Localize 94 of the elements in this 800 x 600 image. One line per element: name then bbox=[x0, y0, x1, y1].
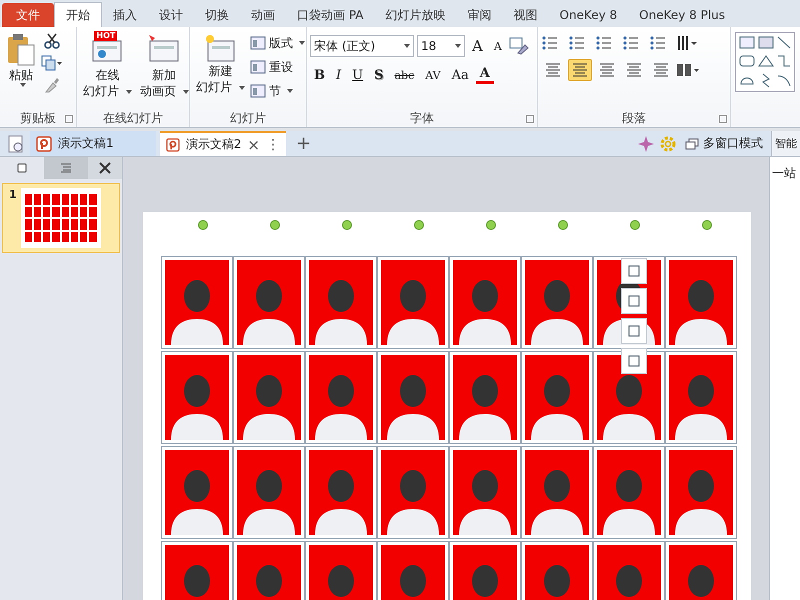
rotate-handle-icon[interactable] bbox=[342, 220, 352, 230]
format-button[interactable]: AV bbox=[421, 65, 445, 85]
ribbon-tab[interactable]: OneKey 8 Plus bbox=[628, 3, 736, 27]
align-icon bbox=[572, 63, 588, 77]
document-tab[interactable]: 演示文稿1 bbox=[30, 131, 156, 156]
panel-text: 一站 bbox=[771, 165, 797, 182]
dialog-launcher-icon[interactable] bbox=[65, 115, 73, 123]
text-direction-icon[interactable] bbox=[676, 35, 698, 51]
group-label: 在线幻灯片 bbox=[103, 110, 163, 126]
rotate-handle-icon[interactable] bbox=[630, 220, 640, 230]
menu-button[interactable]: ⋮ bbox=[266, 136, 280, 152]
ribbon-button[interactable]: HOT 在线 幻灯片 bbox=[80, 31, 135, 101]
rotate-handle-icon[interactable] bbox=[414, 220, 424, 230]
rotate-handle-icon[interactable] bbox=[558, 220, 568, 230]
ribbon-tab[interactable]: 文件 bbox=[2, 3, 54, 27]
new-tab-button[interactable]: + bbox=[290, 133, 318, 154]
slide-icon bbox=[147, 33, 182, 63]
panel-title: 智能 bbox=[771, 131, 800, 156]
align-icon bbox=[653, 63, 669, 77]
format-button[interactable]: B bbox=[310, 65, 329, 85]
caret-icon bbox=[182, 90, 189, 94]
format-button[interactable]: S bbox=[370, 65, 388, 85]
group-label: 幻灯片 bbox=[230, 110, 266, 126]
layout-icon bbox=[250, 36, 266, 50]
sparkle-icon[interactable] bbox=[637, 134, 655, 152]
outline-icon bbox=[60, 163, 72, 173]
new-slide-button[interactable]: 新建 幻灯片 bbox=[193, 31, 248, 97]
align-icon bbox=[626, 63, 642, 77]
ribbon-tab[interactable]: 开始 bbox=[54, 2, 102, 27]
ribbon-tab[interactable]: 切换 bbox=[194, 3, 240, 27]
dialog-launcher-icon[interactable] bbox=[719, 115, 727, 123]
scissors-icon[interactable] bbox=[44, 33, 60, 49]
brush-icon[interactable] bbox=[44, 77, 60, 93]
ribbon-button[interactable]: 版式 bbox=[250, 33, 305, 53]
caret-icon bbox=[238, 86, 245, 90]
grow-font-button[interactable]: A bbox=[468, 36, 487, 56]
layout-icon bbox=[250, 84, 266, 98]
ribbon-button[interactable]: 节 bbox=[250, 81, 293, 101]
float-tool-icon[interactable] bbox=[621, 288, 647, 314]
group-label: 剪贴板 bbox=[20, 110, 56, 126]
shrink-font-button[interactable]: A bbox=[490, 36, 506, 56]
group-label: 字体 bbox=[410, 110, 434, 126]
rotate-handle-icon[interactable] bbox=[486, 220, 496, 230]
ribbon-tab[interactable]: 视图 bbox=[502, 3, 548, 27]
font-name-field[interactable]: 宋体 (正文) bbox=[310, 35, 414, 57]
outline-tab[interactable] bbox=[44, 157, 88, 179]
ribbon-tab[interactable]: 幻灯片放映 bbox=[374, 3, 456, 27]
caret-icon bbox=[404, 44, 410, 48]
ribbon-button[interactable]: 新加 动画页 bbox=[136, 31, 192, 101]
clipboard-icon bbox=[6, 33, 36, 67]
caret-icon bbox=[20, 83, 26, 87]
ribbon-tab[interactable]: 审阅 bbox=[456, 3, 502, 27]
rotate-handle-icon[interactable] bbox=[702, 220, 712, 230]
caret-icon bbox=[455, 44, 461, 48]
float-tool-icon[interactable] bbox=[621, 258, 647, 284]
caret-icon bbox=[126, 90, 132, 94]
new-slide-icon bbox=[203, 33, 238, 63]
align-button[interactable] bbox=[568, 59, 592, 81]
hot-badge: HOT bbox=[94, 31, 118, 41]
align-icon bbox=[545, 63, 561, 77]
format-button[interactable]: Aa bbox=[448, 65, 473, 85]
format-button[interactable]: U bbox=[348, 65, 368, 85]
ribbon-tab[interactable]: OneKey 8 bbox=[548, 3, 628, 27]
document-tab[interactable]: 演示文稿2 × ⋮ bbox=[160, 131, 286, 156]
layout-icon bbox=[250, 60, 266, 74]
ribbon-button[interactable]: 重设 bbox=[250, 57, 293, 77]
format-button[interactable]: abc bbox=[390, 65, 418, 85]
multi-window-button[interactable]: 多窗口模式 bbox=[681, 135, 767, 152]
presentation-file-icon bbox=[166, 136, 180, 152]
slides-tab[interactable] bbox=[0, 157, 44, 179]
clear-format-icon[interactable] bbox=[508, 37, 529, 55]
float-tool-icon[interactable] bbox=[621, 348, 647, 374]
slide-thumbnail-item[interactable]: 1 bbox=[2, 183, 120, 253]
paste-button[interactable]: 粘贴 bbox=[3, 31, 39, 89]
group-label: 段落 bbox=[622, 110, 646, 126]
rotate-handle-icon[interactable] bbox=[198, 220, 208, 230]
slide-icon bbox=[17, 163, 27, 173]
rotate-handle-icon[interactable] bbox=[270, 220, 280, 230]
ribbon-tab[interactable]: 动画 bbox=[240, 3, 286, 27]
font-size-field[interactable]: 18 bbox=[417, 35, 465, 57]
shapes-gallery-icon[interactable] bbox=[735, 32, 795, 92]
format-button[interactable]: I bbox=[332, 65, 346, 85]
presentation-file-icon bbox=[36, 136, 52, 152]
ribbon-tab[interactable]: 口袋动画 PA bbox=[286, 3, 374, 27]
ribbon-tab[interactable]: 设计 bbox=[148, 3, 194, 27]
dialog-launcher-icon[interactable] bbox=[526, 115, 534, 123]
ribbon-tab[interactable]: 插入 bbox=[102, 3, 148, 27]
format-button[interactable]: A bbox=[476, 66, 494, 84]
close-button[interactable]: × bbox=[247, 136, 260, 154]
copy-icon[interactable] bbox=[41, 55, 63, 71]
windows-icon bbox=[685, 138, 699, 150]
columns-icon[interactable] bbox=[676, 62, 700, 78]
align-icon bbox=[599, 63, 615, 77]
float-tool-icon[interactable] bbox=[621, 318, 647, 344]
